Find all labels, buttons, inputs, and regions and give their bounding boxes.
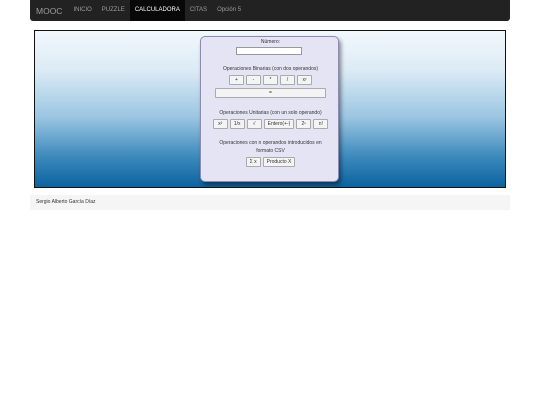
unary-ops-title: Operaciones Unitarias (con un solo opera… xyxy=(219,110,322,116)
nary-ops-title-line2: formato CSV xyxy=(256,148,285,154)
nav-citas[interactable]: CITAS xyxy=(185,0,212,21)
divide-button[interactable]: / xyxy=(280,75,295,85)
integer-button[interactable]: Entero(+-) xyxy=(263,119,295,129)
brand-link[interactable]: MOOC xyxy=(30,6,68,16)
equals-row: = xyxy=(201,88,340,98)
sum-button[interactable]: Σ x xyxy=(245,157,261,167)
sqrt-button[interactable]: √ xyxy=(246,119,262,129)
add-button[interactable]: + xyxy=(229,75,244,85)
multiply-button[interactable]: * xyxy=(263,75,278,85)
number-label: Número: xyxy=(260,39,281,45)
nav-opcion-5[interactable]: Opción 5 xyxy=(212,0,246,21)
calculator-panel: Número: Operaciones Binarias (con dos op… xyxy=(200,36,339,182)
factorial-button[interactable]: n! xyxy=(313,119,329,129)
binary-ops-title: Operaciones Binarias (con dos operandos) xyxy=(222,66,319,72)
nary-ops-title-line1: Operaciones con n operandos introducidos… xyxy=(219,140,322,146)
power-button[interactable]: xʸ xyxy=(297,75,312,85)
nav-inicio[interactable]: INICIO xyxy=(68,0,96,21)
reciprocal-button[interactable]: 1/x xyxy=(229,119,245,129)
footer: Sergio Alberto García Díaz xyxy=(30,195,510,210)
top-navbar: MOOC INICIO PUZZLE CALCULADORA CITAS Opc… xyxy=(30,0,510,21)
nary-ops-row: Σ x Producto X xyxy=(201,157,340,167)
product-button[interactable]: Producto X xyxy=(262,157,296,167)
number-input[interactable] xyxy=(236,47,302,55)
author-name: Sergio Alberto García Díaz xyxy=(36,199,96,205)
subtract-button[interactable]: - xyxy=(246,75,261,85)
nav-puzzle[interactable]: PUZZLE xyxy=(97,0,130,21)
binary-ops-row: + - * / xʸ xyxy=(201,75,340,85)
unary-ops-row: x² 1/x √ Entero(+-) 2ⁿ n! xyxy=(201,119,340,129)
square-button[interactable]: x² xyxy=(212,119,228,129)
nav-calculadora[interactable]: CALCULADORA xyxy=(129,0,185,21)
power-of-two-button[interactable]: 2ⁿ xyxy=(296,119,312,129)
equals-button[interactable]: = xyxy=(215,88,326,98)
